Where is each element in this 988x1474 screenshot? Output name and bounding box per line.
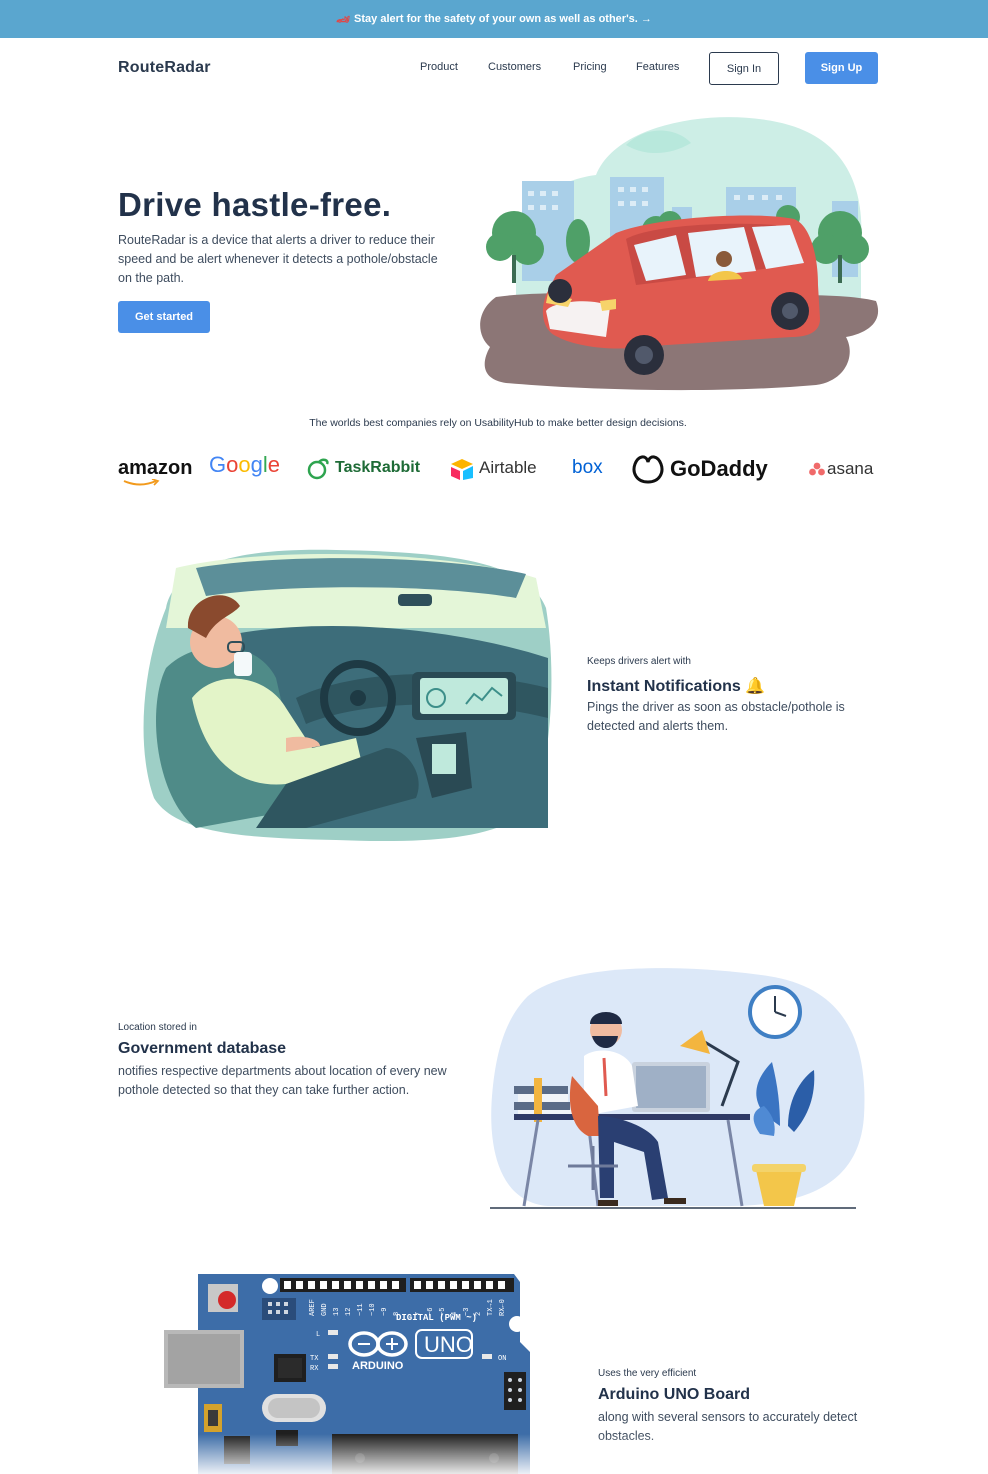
sign-in-button[interactable]: Sign In: [709, 52, 779, 85]
top-navigation: RouteRadar Product Customers Pricing Fea…: [0, 38, 988, 98]
box-logo: box: [572, 457, 603, 478]
feature-1-kicker: Keeps drivers alert with: [587, 656, 691, 667]
airtable-logo: Airtable: [479, 458, 537, 477]
arduino-pin-label: 13: [333, 1308, 341, 1316]
get-started-button[interactable]: Get started: [118, 301, 210, 333]
nav-link-customers[interactable]: Customers: [488, 61, 541, 73]
arduino-pin-label: AREF: [309, 1299, 317, 1316]
sign-up-button[interactable]: Sign Up: [805, 52, 878, 84]
trust-statement: The worlds best companies rely on Usabil…: [309, 417, 687, 429]
asana-logo: asana: [827, 459, 874, 478]
arduino-led-label: L: [316, 1331, 320, 1339]
feature-1-description: Pings the driver as soon as obstacle/pot…: [587, 700, 845, 733]
brand-logo[interactable]: RouteRadar: [118, 59, 211, 77]
office-worker-illustration: [490, 968, 865, 1209]
arduino-model-label: UNO: [424, 1332, 473, 1357]
arduino-pin-label: 12: [345, 1308, 353, 1316]
taskrabbit-icon: [307, 458, 329, 480]
arduino-on-label: ON: [498, 1355, 506, 1363]
feature-1-title: Instant Notifications 🔔: [587, 678, 766, 695]
amazon-smile-icon: [123, 479, 160, 486]
arduino-pin-label: ~9: [381, 1308, 389, 1316]
asana-icon: [809, 462, 825, 476]
amazon-logo: amazon: [118, 457, 193, 479]
car-interior-illustration: [143, 549, 552, 842]
godaddy-logo: GoDaddy: [670, 456, 768, 481]
nav-link-features[interactable]: Features: [636, 61, 679, 73]
arduino-pin-label: GND: [321, 1303, 329, 1316]
arduino-pin-label: TX→1: [487, 1299, 495, 1316]
feature-2-kicker: Location stored in: [118, 1022, 197, 1033]
taskrabbit-logo: TaskRabbit: [335, 459, 421, 476]
arduino-digital-label: DIGITAL (PWM ~): [396, 1313, 477, 1323]
feature-2-description: notifies respective departments about lo…: [118, 1064, 447, 1097]
car-illustration: [480, 117, 879, 391]
nav-link-pricing[interactable]: Pricing: [573, 61, 607, 73]
godaddy-icon: [632, 455, 664, 484]
arduino-pin-label: RX←0: [499, 1299, 507, 1316]
hero-title: Drive hastle-free.: [118, 186, 392, 223]
hero-description: RouteRadar is a device that alerts a dri…: [118, 233, 438, 285]
arduino-pin-label: ~11: [357, 1303, 365, 1316]
arduino-pin-label: ~10: [369, 1303, 377, 1316]
arduino-brand-label: ARDUINO: [352, 1360, 404, 1372]
feature-2-title: Government database: [118, 1040, 287, 1057]
google-logo: Google: [209, 452, 281, 477]
arduino-led-label: RX: [310, 1365, 319, 1373]
nav-link-product[interactable]: Product: [420, 61, 458, 73]
feature-3-title: Arduino UNO Board: [598, 1386, 750, 1403]
announcement-banner[interactable]: 🏎 Stay alert for the safety of your own …: [0, 0, 988, 38]
arduino-led-label: TX: [310, 1355, 319, 1363]
car-icon: 🏎: [336, 13, 351, 26]
airtable-icon: [451, 459, 473, 480]
feature-3-kicker: Uses the very efficient: [598, 1368, 697, 1379]
bottom-fade: [0, 1434, 988, 1474]
banner-text: Stay alert for the safety of your own as…: [354, 13, 652, 25]
